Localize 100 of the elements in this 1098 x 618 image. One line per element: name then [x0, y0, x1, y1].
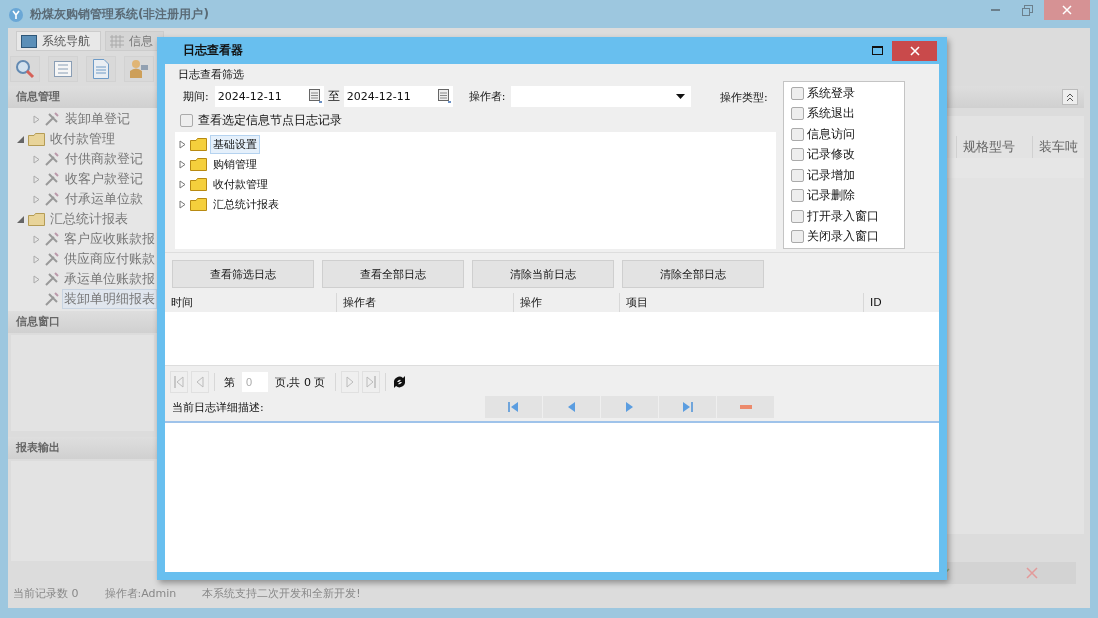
- folder-icon: [28, 212, 45, 226]
- next-record-icon: [625, 402, 634, 412]
- action-button[interactable]: 清除当前日志: [472, 260, 614, 288]
- tree-item[interactable]: 付供商款登记: [63, 149, 145, 169]
- previous-record-icon: [567, 402, 576, 412]
- close-button[interactable]: [1044, 0, 1090, 20]
- tree-item[interactable]: 付承运单位款: [63, 189, 145, 209]
- tree-item[interactable]: 汇总统计报表: [48, 209, 130, 229]
- checkbox-label: 记录增加: [807, 166, 855, 184]
- detail-label: 当前日志详细描述:: [172, 399, 265, 415]
- tree-item[interactable]: 汇总统计报表: [210, 194, 282, 214]
- delete-record-button[interactable]: [717, 396, 774, 418]
- status-text: 本系统支持二次开发和全新开发!: [202, 585, 361, 601]
- close-icon: [909, 45, 920, 56]
- next-page-icon: [345, 376, 354, 388]
- date-field[interactable]: 2024-12-11: [214, 85, 324, 107]
- checkbox[interactable]: [791, 230, 804, 244]
- tree-item[interactable]: 基础设置: [210, 134, 260, 154]
- tree-item[interactable]: 装卸单登记: [63, 109, 132, 129]
- tools-icon: [43, 251, 59, 267]
- status-text: 当前记录数 0: [13, 585, 79, 601]
- collapse-button[interactable]: [1062, 89, 1078, 105]
- document-button[interactable]: [86, 56, 116, 82]
- tools-icon: [44, 111, 60, 127]
- checkbox[interactable]: [791, 209, 804, 223]
- tree-item[interactable]: 客户应收账款报: [62, 229, 157, 249]
- last-record-button[interactable]: [659, 396, 716, 418]
- field-label: 至: [327, 87, 340, 105]
- action-button[interactable]: 清除全部日志: [622, 260, 764, 288]
- page-label: 第: [224, 374, 235, 390]
- checkbox[interactable]: [791, 148, 804, 162]
- checkbox[interactable]: [180, 113, 193, 127]
- cross-icon: [1026, 567, 1038, 579]
- column-header: ID: [869, 295, 883, 311]
- minus-icon: [739, 405, 752, 409]
- tree-item[interactable]: 购销管理: [210, 154, 260, 174]
- field-label: 操作者:: [467, 88, 506, 104]
- checkbox-label: 记录删除: [807, 187, 855, 205]
- minimize-icon: [990, 9, 1000, 11]
- action-button[interactable]: 查看筛选日志: [172, 260, 314, 288]
- group-title: 日志查看筛选: [177, 67, 245, 82]
- previous-page-button[interactable]: [191, 371, 209, 393]
- user-icon: [129, 59, 149, 79]
- tree-item[interactable]: 收付款管理: [48, 129, 117, 149]
- calendar-icon: [437, 89, 451, 103]
- checkbox[interactable]: [791, 127, 804, 141]
- list-view-button[interactable]: [48, 56, 78, 82]
- previous-record-button[interactable]: [543, 396, 600, 418]
- monitor-icon: [21, 34, 37, 48]
- checkbox-label: 关闭录入窗口: [807, 228, 879, 246]
- grid-icon: [110, 34, 124, 48]
- checkbox[interactable]: [791, 86, 804, 100]
- last-page-button[interactable]: [361, 371, 380, 393]
- field-label: 操作类型:: [720, 90, 769, 106]
- tree-item[interactable]: 收客户款登记: [63, 169, 145, 189]
- checkbox-label: 系统登录: [807, 84, 855, 102]
- tab[interactable]: 信息: [105, 31, 164, 51]
- tools-icon: [44, 191, 60, 207]
- tools-icon: [44, 171, 60, 187]
- checkbox-label: 记录修改: [807, 146, 855, 164]
- tree-item[interactable]: 供应商应付账款: [62, 249, 157, 269]
- refresh-icon: [392, 375, 407, 389]
- checkbox-label: 信息访问: [807, 125, 855, 143]
- tools-icon: [43, 291, 59, 307]
- list-icon: [54, 61, 72, 77]
- window-title: 粉煤灰购销管理系统(非注册用户): [30, 5, 209, 23]
- next-record-button[interactable]: [601, 396, 658, 418]
- checkbox[interactable]: [791, 107, 804, 121]
- checkbox[interactable]: [791, 189, 804, 203]
- first-page-icon: [174, 376, 184, 388]
- checkbox-label: 打开录入窗口: [807, 207, 879, 225]
- cloud-logo-icon: [8, 6, 24, 22]
- double-chevron-up-icon: [1066, 92, 1074, 102]
- dropdown-caret-icon: [676, 93, 686, 99]
- field-label: 期间:: [182, 88, 209, 104]
- next-page-button[interactable]: [340, 371, 359, 393]
- checkbox[interactable]: [791, 168, 804, 182]
- document-icon: [93, 59, 109, 79]
- tools-icon: [43, 271, 59, 287]
- status-text: 操作者:Admin: [104, 585, 177, 601]
- first-record-button[interactable]: [485, 396, 542, 418]
- tree-item[interactable]: 装卸单明细报表: [62, 289, 157, 309]
- user-button[interactable]: [124, 56, 154, 82]
- folder-icon: [28, 132, 45, 146]
- tree-item[interactable]: 承运单位账款报: [62, 269, 157, 289]
- first-page-button[interactable]: [170, 371, 188, 393]
- action-button[interactable]: 查看全部日志: [322, 260, 464, 288]
- date-field[interactable]: 2024-12-11: [343, 85, 453, 107]
- search-button[interactable]: [10, 56, 40, 82]
- last-record-icon: [682, 402, 693, 412]
- tab[interactable]: 系统导航: [16, 31, 101, 51]
- folder-icon: [190, 197, 207, 211]
- cancel-button[interactable]: [988, 562, 1076, 584]
- folder-icon: [190, 137, 207, 151]
- folder-icon: [190, 157, 207, 171]
- operator-dropdown[interactable]: [511, 85, 692, 107]
- tree-item[interactable]: 收付款管理: [210, 174, 271, 194]
- checkbox-label: 查看选定信息节点日志记录: [198, 111, 342, 129]
- page-number-field[interactable]: 0: [242, 372, 268, 392]
- tools-icon: [43, 231, 59, 247]
